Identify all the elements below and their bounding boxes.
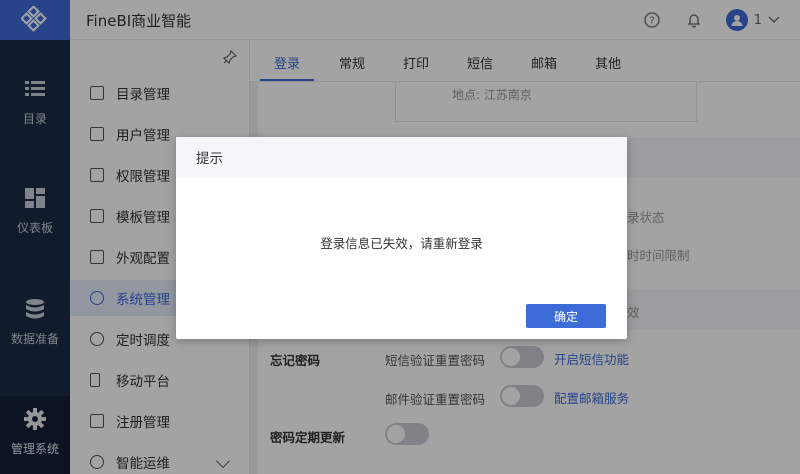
dialog-title: 提示 [196,151,223,167]
confirm-button[interactable]: 确定 [526,304,606,328]
dialog-header: 提示 [176,137,627,177]
alert-dialog: 提示 登录信息已失效，请重新登录 确定 [176,137,627,339]
dialog-message: 登录信息已失效，请重新登录 [320,236,483,251]
